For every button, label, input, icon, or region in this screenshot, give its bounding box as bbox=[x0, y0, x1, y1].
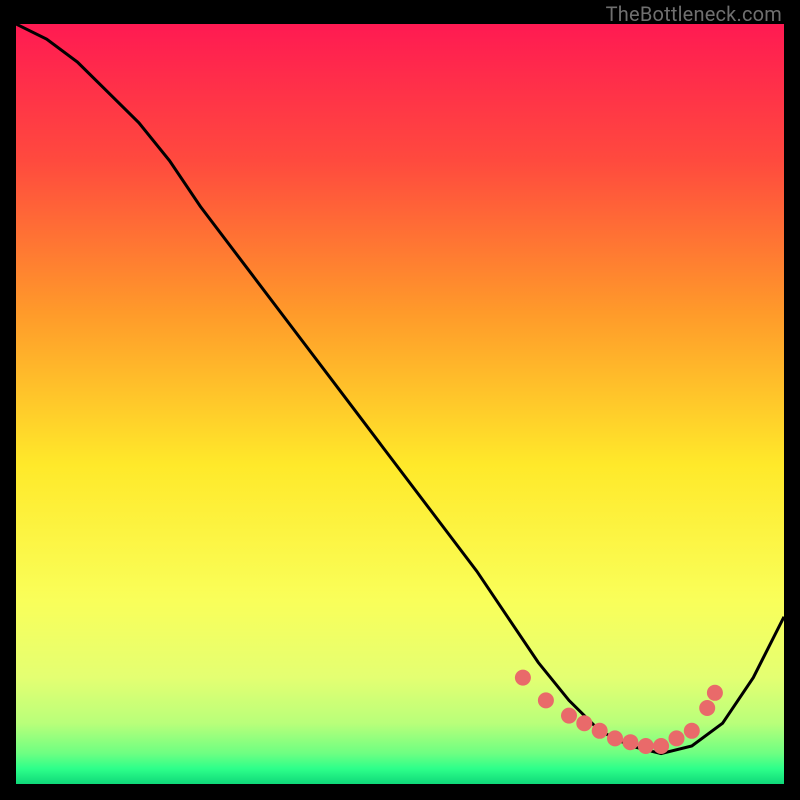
watermark-text: TheBottleneck.com bbox=[606, 2, 782, 26]
marker-dot bbox=[669, 730, 685, 746]
marker-dot bbox=[699, 700, 715, 716]
chart-frame bbox=[16, 24, 784, 784]
marker-dot bbox=[561, 708, 577, 724]
marker-dot bbox=[538, 692, 554, 708]
marker-dot bbox=[707, 685, 723, 701]
marker-dot bbox=[622, 734, 638, 750]
marker-dot bbox=[515, 670, 531, 686]
optimal-range-dots bbox=[515, 670, 723, 754]
plot-area bbox=[16, 24, 784, 784]
marker-dot bbox=[684, 723, 700, 739]
curve-layer bbox=[16, 24, 784, 784]
marker-dot bbox=[576, 715, 592, 731]
marker-dot bbox=[653, 738, 669, 754]
marker-dot bbox=[607, 730, 623, 746]
marker-dot bbox=[592, 723, 608, 739]
bottleneck-curve bbox=[16, 24, 784, 754]
marker-dot bbox=[638, 738, 654, 754]
